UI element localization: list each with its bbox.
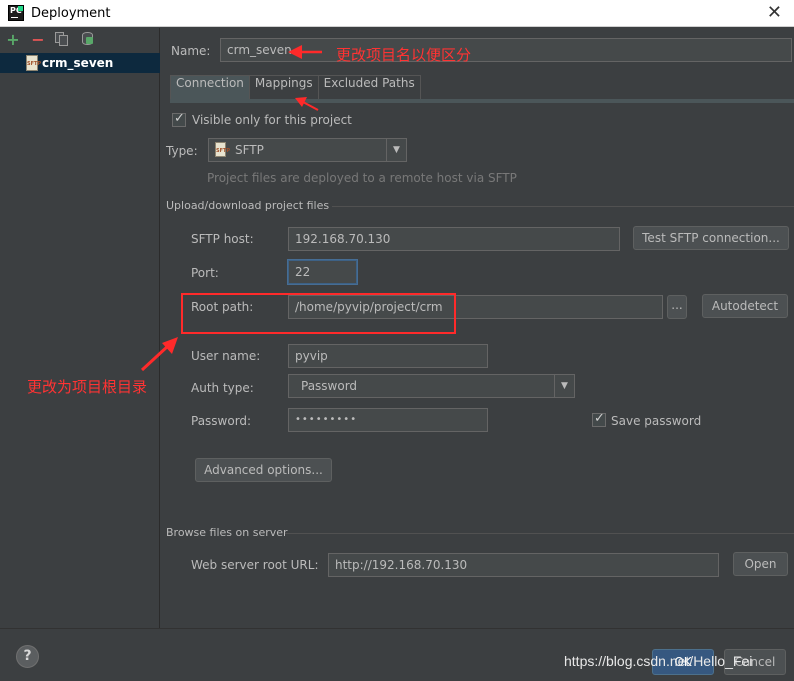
- auth-type-value: Password: [301, 379, 358, 393]
- copy-icon[interactable]: [54, 31, 70, 47]
- close-icon[interactable]: ✕: [767, 2, 782, 23]
- advanced-options-button[interactable]: Advanced options...: [195, 458, 332, 482]
- browse-section-divider: [285, 533, 794, 534]
- user-name-label: User name:: [191, 349, 261, 363]
- visible-only-checkbox[interactable]: [172, 111, 186, 127]
- tab-underline: [170, 99, 794, 103]
- server-list-item-crm-seven[interactable]: SFTP crm_seven: [0, 53, 160, 73]
- name-label: Name:: [171, 44, 211, 58]
- upload-section-divider: [332, 206, 794, 207]
- browse-section-title: Browse files on server: [166, 526, 288, 539]
- server-list-item-label: crm_seven: [42, 56, 114, 70]
- type-label: Type:: [166, 144, 198, 158]
- default-server-icon[interactable]: [80, 31, 96, 47]
- port-field[interactable]: 22: [288, 260, 357, 284]
- tab-mappings[interactable]: Mappings: [248, 75, 319, 100]
- pycharm-app-icon: PC: [8, 5, 24, 21]
- chevron-down-icon: ▼: [554, 375, 574, 397]
- remove-icon[interactable]: −: [30, 30, 46, 49]
- settings-tabs: Connection Mappings Excluded Paths: [170, 75, 421, 100]
- dialog-footer: ? OK Cancel https://blog.csdn.net/Hello_…: [0, 628, 794, 681]
- web-root-url-field[interactable]: http://192.168.70.130: [328, 553, 719, 577]
- sftp-type-icon: SFTP: [215, 142, 230, 157]
- sftp-icon: SFTP: [26, 55, 41, 71]
- title-bar: PC Deployment ✕: [0, 0, 794, 27]
- type-select-value: SFTP: [235, 143, 264, 157]
- tab-connection[interactable]: Connection: [170, 75, 250, 100]
- open-button[interactable]: Open: [733, 552, 788, 576]
- add-icon[interactable]: +: [5, 30, 21, 49]
- sftp-host-field[interactable]: 192.168.70.130: [288, 227, 620, 251]
- window-title: Deployment: [31, 6, 111, 21]
- save-password-checkbox[interactable]: [592, 411, 606, 427]
- sftp-host-label: SFTP host:: [191, 232, 254, 246]
- tab-excluded-paths[interactable]: Excluded Paths: [317, 75, 421, 100]
- user-name-field[interactable]: pyvip: [288, 344, 488, 368]
- server-list-toolbar: + −: [0, 28, 160, 53]
- test-sftp-connection-button[interactable]: Test SFTP connection...: [633, 226, 789, 250]
- auth-type-label: Auth type:: [191, 381, 254, 395]
- watermark: https://blog.csdn.net/Hello_Fei: [564, 653, 753, 669]
- type-select[interactable]: SFTP SFTP ▼: [208, 138, 407, 162]
- upload-section-title: Upload/download project files: [166, 199, 330, 212]
- annotation-rename: 更改项目名以便区分: [336, 46, 472, 64]
- type-hint: Project files are deployed to a remote h…: [207, 171, 517, 185]
- help-icon[interactable]: ?: [16, 645, 39, 668]
- annotation-root-path-box: [181, 293, 456, 334]
- save-password-label: Save password: [611, 414, 702, 428]
- web-root-url-label: Web server root URL:: [191, 558, 319, 572]
- browse-root-path-button[interactable]: ...: [667, 295, 687, 319]
- server-list-pane: + − SFTP crm_seven: [0, 28, 160, 628]
- visible-only-label: Visible only for this project: [192, 113, 352, 127]
- autodetect-button[interactable]: Autodetect: [702, 294, 788, 318]
- password-field[interactable]: •••••••••: [288, 408, 488, 432]
- name-field[interactable]: crm_seven: [220, 38, 792, 62]
- auth-type-select[interactable]: Password ▼: [288, 374, 575, 398]
- port-label: Port:: [191, 266, 219, 280]
- password-label: Password:: [191, 414, 252, 428]
- chevron-down-icon: ▼: [386, 139, 406, 161]
- annotation-root-path: 更改为项目根目录: [27, 378, 148, 396]
